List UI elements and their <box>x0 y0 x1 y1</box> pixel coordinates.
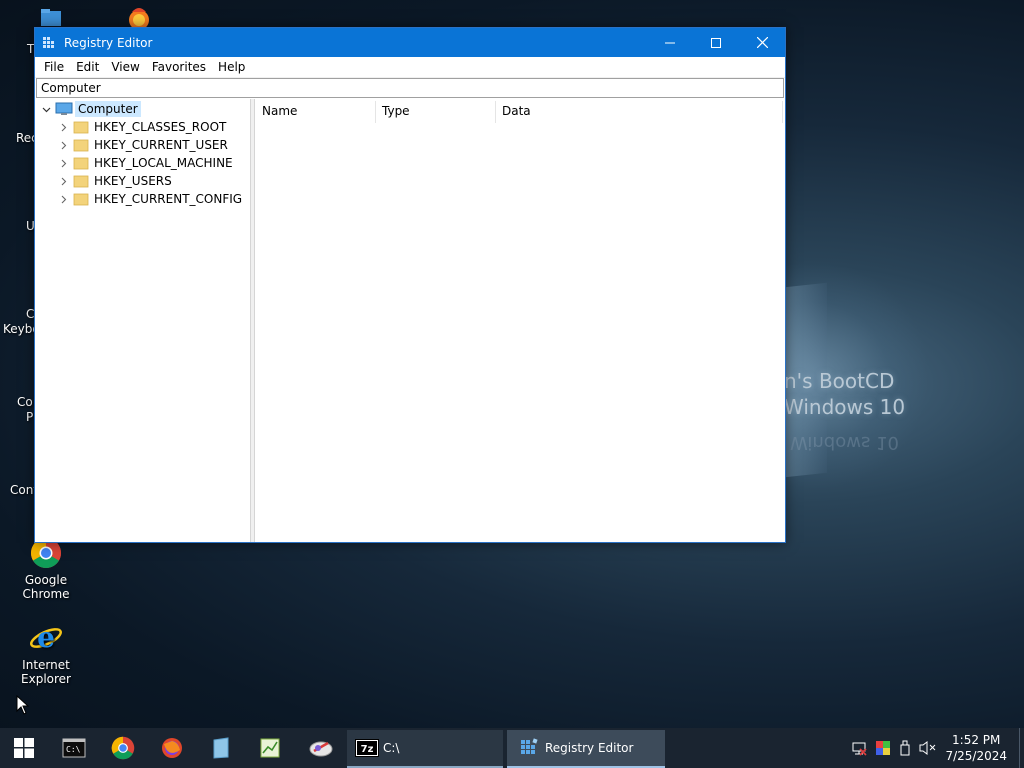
taskbar-pin-firefox[interactable] <box>150 728 194 768</box>
tree-label: HKEY_CLASSES_ROOT <box>94 120 227 134</box>
clock-time: 1:52 PM <box>952 733 1001 747</box>
firefox-icon <box>129 8 149 30</box>
taskbar-task-registry-editor[interactable]: Registry Editor <box>507 730 665 768</box>
chevron-right-icon[interactable] <box>57 157 69 169</box>
tree-label: HKEY_CURRENT_USER <box>94 138 228 152</box>
desktop-icon-label: Google Chrome <box>22 573 70 601</box>
wallpaper-text-line-1: n's BootCD <box>784 369 895 393</box>
minimize-button[interactable] <box>647 28 693 57</box>
glass-pane-icon <box>213 737 229 759</box>
menu-file[interactable]: File <box>38 60 70 74</box>
folder-icon <box>73 121 89 134</box>
caption-buttons <box>647 28 785 57</box>
close-button[interactable] <box>739 28 785 57</box>
values-list-pane[interactable]: Name Type Data <box>255 99 785 542</box>
firefox-icon <box>162 738 182 758</box>
folder-icon <box>73 175 89 188</box>
close-icon <box>756 37 768 48</box>
chevron-right-icon[interactable] <box>57 193 69 205</box>
desktop-label-partial-p[interactable]: P <box>26 410 33 424</box>
menu-help[interactable]: Help <box>212 60 251 74</box>
taskbar-pin-command-prompt[interactable]: C:\ <box>52 728 96 768</box>
taskbar-pin-chart-app[interactable] <box>248 728 292 768</box>
network-icon[interactable] <box>851 740 868 756</box>
menu-edit[interactable]: Edit <box>70 60 105 74</box>
column-header-name[interactable]: Name <box>262 99 297 123</box>
window-titlebar[interactable]: Registry Editor <box>35 28 785 57</box>
folder-blue-icon <box>41 9 61 26</box>
wallpaper-text: n's BootCD Windows 10 <box>784 368 905 420</box>
minimize-icon <box>665 42 675 43</box>
registry-editor-window: Registry Editor File Edit View Favorites… <box>34 27 786 543</box>
mouse-cursor-icon <box>16 695 30 715</box>
tree-node-hkey-current-config[interactable]: HKEY_CURRENT_CONFIG <box>57 190 244 208</box>
address-bar[interactable]: Computer <box>36 78 784 98</box>
tree-node-hkey-local-machine[interactable]: HKEY_LOCAL_MACHINE <box>57 154 235 172</box>
internet-explorer-icon: e <box>30 622 62 654</box>
taskbar-pin-chrome[interactable] <box>101 728 145 768</box>
registry-editor-app-icon <box>43 36 54 48</box>
chrome-icon <box>111 736 135 760</box>
column-divider[interactable] <box>495 101 496 123</box>
tree-label: Computer <box>75 101 141 117</box>
folder-icon <box>73 139 89 152</box>
svg-text:e: e <box>37 622 55 654</box>
column-divider[interactable] <box>782 101 783 123</box>
clock-date: 7/25/2024 <box>945 749 1007 763</box>
taskbar-task-label: C:\ <box>383 741 400 755</box>
display-color-icon[interactable] <box>875 740 891 756</box>
tree-node-computer[interactable]: Computer <box>40 100 141 118</box>
tree-label: HKEY_USERS <box>94 174 172 188</box>
chevron-right-icon[interactable] <box>57 175 69 187</box>
taskbar-clock[interactable]: 1:52 PM 7/25/2024 <box>945 732 1007 764</box>
chevron-down-icon[interactable] <box>40 103 52 115</box>
wallpaper-reflection: Windows 10 <box>790 432 899 453</box>
windows-logo-icon <box>14 738 34 758</box>
usb-drive-icon[interactable] <box>899 740 911 756</box>
tree-node-hkey-users[interactable]: HKEY_USERS <box>57 172 174 190</box>
menu-view[interactable]: View <box>105 60 145 74</box>
folder-icon <box>73 157 89 170</box>
tree-pane[interactable]: Computer HKEY_CLASSES_ROOT HKEY_CURRENT_… <box>35 99 251 542</box>
taskbar: C:\ 7z C:\ Registry Editor 1:52 PM 7/25/… <box>0 728 1024 768</box>
tree-node-hkey-classes-root[interactable]: HKEY_CLASSES_ROOT <box>57 118 228 136</box>
taskbar-task-7zip[interactable]: 7z C:\ <box>347 730 503 768</box>
desktop-label-partial-co[interactable]: Co <box>17 395 33 409</box>
folder-icon <box>73 193 89 206</box>
column-header-type[interactable]: Type <box>382 99 410 123</box>
desktop-icon-label: Internet Explorer <box>21 658 71 686</box>
maximize-button[interactable] <box>693 28 739 57</box>
chart-document-icon <box>260 738 280 758</box>
command-prompt-icon: C:\ <box>62 738 86 758</box>
desktop-icon-google-chrome[interactable]: Google Chrome <box>0 537 92 601</box>
taskbar-pin-notepad-app[interactable] <box>199 728 243 768</box>
7zip-icon: 7z <box>355 739 379 757</box>
menu-bar: File Edit View Favorites Help <box>35 57 785 78</box>
column-divider[interactable] <box>375 101 376 123</box>
menu-favorites[interactable]: Favorites <box>146 60 212 74</box>
registry-editor-icon <box>521 738 538 754</box>
svg-text:7z: 7z <box>361 744 374 755</box>
chevron-right-icon[interactable] <box>57 121 69 133</box>
editor-panes: Computer HKEY_CLASSES_ROOT HKEY_CURRENT_… <box>35 99 785 542</box>
chevron-right-icon[interactable] <box>57 139 69 151</box>
maximize-icon <box>711 37 721 48</box>
svg-text:C:\: C:\ <box>66 745 81 754</box>
column-header-data[interactable]: Data <box>502 99 531 123</box>
taskbar-task-label: Registry Editor <box>545 741 634 755</box>
wallpaper-text-line-2: Windows 10 <box>784 395 906 419</box>
tree-node-hkey-current-user[interactable]: HKEY_CURRENT_USER <box>57 136 230 154</box>
tools-icon <box>309 741 333 757</box>
tree-label: HKEY_CURRENT_CONFIG <box>94 192 243 206</box>
tree-label: HKEY_LOCAL_MACHINE <box>94 156 233 170</box>
start-button[interactable] <box>0 728 48 768</box>
system-tray: 1:52 PM 7/25/2024 <box>851 728 1024 768</box>
volume-muted-icon[interactable] <box>919 740 937 756</box>
computer-icon <box>55 102 73 115</box>
taskbar-pin-tools-app[interactable] <box>297 728 345 768</box>
window-title: Registry Editor <box>64 35 153 50</box>
show-desktop-button[interactable] <box>1019 728 1024 768</box>
address-path[interactable]: Computer <box>41 81 101 95</box>
desktop-icon-internet-explorer[interactable]: e Internet Explorer <box>0 622 92 686</box>
